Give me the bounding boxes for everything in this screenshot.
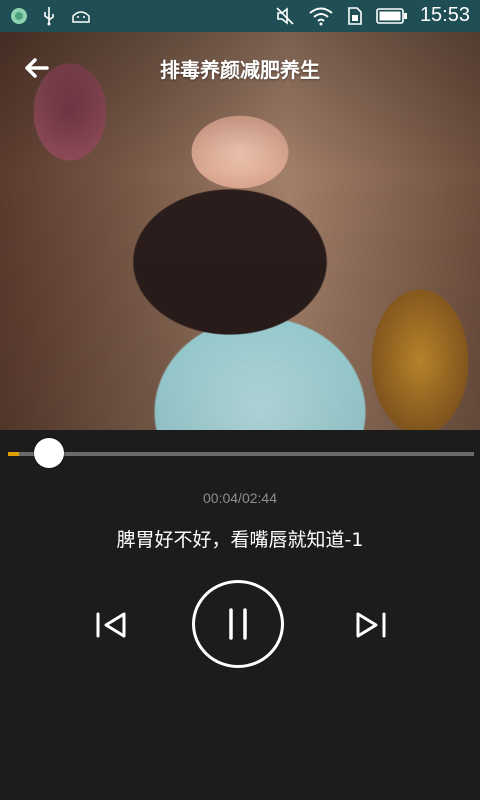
status-bar: 15:53 [0, 0, 480, 32]
pause-icon [229, 608, 247, 640]
page-title: 排毒养颜减肥养生 [160, 57, 320, 82]
usb-icon [44, 7, 54, 26]
sim-icon [348, 6, 362, 25]
top-bar: 排毒养颜减肥养生 [0, 32, 480, 104]
song-title: 脾胃好不好，看嘴唇就知道-1 [116, 529, 364, 551]
android-debug-icon [72, 11, 90, 23]
playback-time: 00:04/02:44 [203, 490, 277, 506]
next-button[interactable] [350, 610, 390, 640]
progress-bar[interactable] [8, 438, 474, 468]
status-time: 15:53 [419, 4, 470, 26]
battery-icon [376, 7, 407, 24]
previous-button[interactable] [92, 610, 132, 640]
playback-controls [0, 580, 480, 670]
progress-thumb[interactable] [34, 438, 65, 468]
wifi-icon [309, 7, 333, 25]
pause-button[interactable] [192, 580, 284, 668]
previous-icon [96, 612, 126, 638]
back-arrow-icon [25, 58, 49, 78]
app-notification-icon [11, 8, 27, 24]
next-icon [356, 612, 386, 638]
back-button[interactable] [22, 50, 62, 86]
mute-icon [276, 6, 294, 25]
progress-fill [8, 452, 20, 456]
